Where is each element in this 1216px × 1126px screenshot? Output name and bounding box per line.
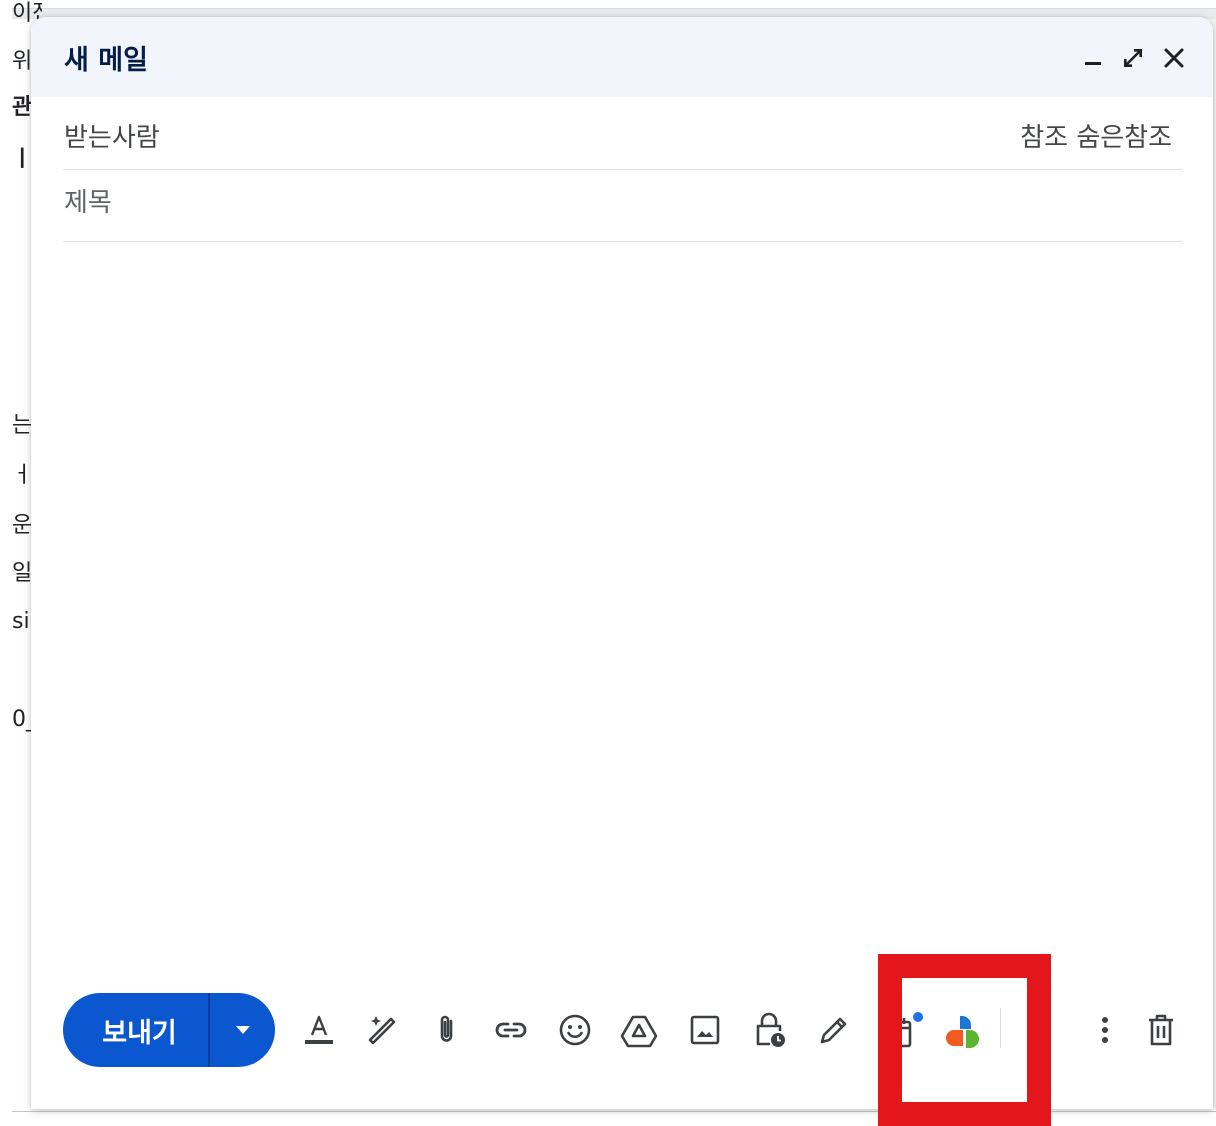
delete-icon — [1149, 1014, 1173, 1046]
extension-logo-icon — [946, 1016, 979, 1048]
attach-icon — [440, 1015, 453, 1042]
insert-drive-file-button[interactable] — [617, 1008, 661, 1052]
link-icon — [495, 1022, 527, 1038]
message-body[interactable] — [63, 243, 1182, 983]
expand-icon — [1124, 49, 1142, 67]
close-icon — [1164, 48, 1184, 68]
compose-window: 새 메일 받는사람 참조 숨은참조 — [31, 17, 1213, 1109]
minimize-button[interactable] — [1076, 41, 1110, 75]
insert-photo-button[interactable] — [683, 1008, 727, 1052]
discard-draft-button[interactable] — [1139, 1008, 1183, 1052]
signature-pen-icon — [820, 1017, 847, 1044]
more-options-button[interactable] — [1083, 1008, 1127, 1052]
subject-row — [63, 169, 1184, 242]
toolbar-separator — [1000, 1008, 1001, 1048]
confidential-mode-button[interactable] — [747, 1008, 791, 1052]
set-up-time-button[interactable] — [880, 1008, 924, 1052]
insert-link-button[interactable] — [489, 1008, 533, 1052]
attach-files-button[interactable] — [425, 1008, 469, 1052]
calendar-icon — [884, 1012, 923, 1048]
subject-input[interactable] — [63, 181, 1184, 225]
minimize-icon — [1085, 62, 1101, 65]
more-options-icon — [1102, 1017, 1108, 1043]
send-options-button[interactable] — [210, 993, 275, 1067]
magic-write-icon — [368, 1016, 396, 1045]
help-me-write-button[interactable] — [361, 1008, 405, 1052]
formatting-options-button[interactable] — [297, 1008, 341, 1052]
emoji-icon — [559, 1014, 591, 1046]
image-icon — [690, 1015, 720, 1045]
close-button[interactable] — [1157, 41, 1191, 75]
cc-link[interactable]: 참조 — [1020, 123, 1068, 153]
extension-button[interactable] — [944, 1008, 988, 1052]
caret-down-icon — [235, 1026, 250, 1034]
drive-icon — [620, 1015, 658, 1048]
text-format-icon — [305, 1015, 333, 1044]
cc-bcc-links: 참조 숨은참조 — [1020, 117, 1172, 154]
bcc-link[interactable]: 숨은참조 — [1076, 123, 1172, 153]
send-button[interactable]: 보내기 — [63, 993, 208, 1067]
confidential-lock-icon — [756, 1012, 785, 1047]
recipients-row[interactable]: 받는사람 참조 숨은참조 — [63, 97, 1182, 170]
compose-title: 새 메일 — [64, 45, 148, 76]
compose-header[interactable]: 새 메일 — [31, 17, 1213, 97]
to-label: 받는사람 — [64, 123, 160, 153]
insert-signature-button[interactable] — [811, 1008, 855, 1052]
send-button-group: 보내기 — [63, 993, 275, 1067]
fullscreen-button[interactable] — [1116, 41, 1150, 75]
insert-emoji-button[interactable] — [553, 1008, 597, 1052]
